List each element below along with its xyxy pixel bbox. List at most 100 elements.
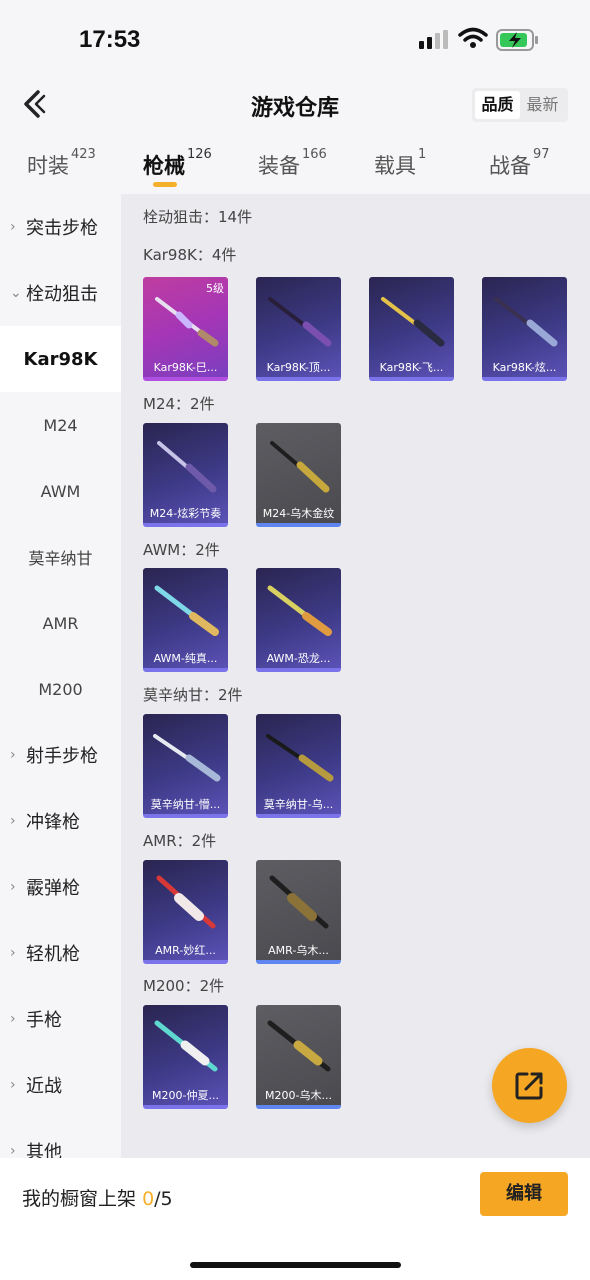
chevron-right-icon: › xyxy=(10,879,16,895)
sidebar-item-label: 射手步枪 xyxy=(26,746,98,767)
rifle-icon xyxy=(267,1020,331,1072)
sidebar-item-label: 其他 xyxy=(26,1142,62,1158)
sidebar-item-mosin[interactable]: 莫辛纳甘 xyxy=(0,524,121,590)
tab-label: 时装 xyxy=(27,154,69,178)
sidebar-item-smg[interactable]: › 冲锋枪 xyxy=(0,788,121,854)
category-total: 栓动狙击：14件 xyxy=(143,208,253,226)
tab-count: 126 xyxy=(187,147,212,162)
tab-vehicles[interactable]: 载具 1 xyxy=(374,147,426,180)
weapon-card[interactable]: Kar98K-顶... xyxy=(256,277,341,381)
weapon-name: 莫辛纳甘-懵... xyxy=(150,798,221,811)
rifle-icon xyxy=(268,297,332,347)
chevron-right-icon: › xyxy=(10,1077,16,1093)
sidebar-item-label: 轻机枪 xyxy=(26,944,80,965)
weapon-card[interactable]: 莫辛纳甘-懵... xyxy=(143,714,228,818)
sidebar-item-other[interactable]: › 其他 xyxy=(0,1118,121,1158)
sidebar-item-melee[interactable]: › 近战 xyxy=(0,1052,121,1118)
sidebar-item-amr[interactable]: AMR xyxy=(0,590,121,656)
sidebar-item-label: Kar98K xyxy=(23,348,98,370)
sidebar-item-shotguns[interactable]: › 霰弹枪 xyxy=(0,854,121,920)
tab-label: 载具 xyxy=(374,154,416,178)
section-title: AMR：2件 xyxy=(143,832,217,850)
category-tabs: 时装 423 枪械 126 装备 166 载具 1 战备 97 xyxy=(0,140,590,194)
weapon-card[interactable]: Kar98K-飞... xyxy=(369,277,454,381)
tab-equipment[interactable]: 装备 166 xyxy=(258,147,327,180)
section-title: M24：2件 xyxy=(143,395,215,413)
sidebar-item-m200[interactable]: M200 xyxy=(0,656,121,722)
weapon-name: Kar98K-巳... xyxy=(153,361,218,374)
sidebar-item-label: M200 xyxy=(38,679,83,699)
rifle-icon xyxy=(154,585,219,636)
sort-quality-button[interactable]: 品质 xyxy=(475,91,520,119)
weapon-card[interactable]: Kar98K-炫... xyxy=(482,277,567,381)
chevron-right-icon: › xyxy=(10,219,16,235)
sidebar-item-label: M24 xyxy=(43,415,78,435)
nav-header: 游戏仓库 品质 最新 xyxy=(0,80,590,132)
weapon-name: M200-乌木... xyxy=(265,1089,332,1102)
sidebar-item-label: 手枪 xyxy=(26,1010,62,1031)
showcase-total: /5 xyxy=(154,1188,173,1210)
tab-count: 166 xyxy=(302,147,327,162)
tab-supplies[interactable]: 战备 97 xyxy=(489,147,550,180)
rifle-icon xyxy=(156,875,216,929)
weapon-name: AMR-乌木... xyxy=(268,944,329,957)
weapon-name: AWM-纯真... xyxy=(153,652,218,665)
sidebar-item-pistols[interactable]: › 手枪 xyxy=(0,986,121,1052)
section-title: AWM：2件 xyxy=(143,541,220,559)
weapon-card[interactable]: M200-仲夏... xyxy=(143,1005,228,1109)
sidebar-item-label: 近战 xyxy=(26,1076,62,1097)
rifle-icon xyxy=(270,441,330,493)
tab-label: 枪械 xyxy=(143,154,185,178)
cellular-signal-icon xyxy=(419,30,448,49)
weapon-name: Kar98K-顶... xyxy=(266,361,331,374)
edit-button[interactable]: 编辑 xyxy=(480,1172,568,1216)
rifle-icon xyxy=(381,297,445,347)
weapon-card[interactable]: 莫辛纳甘-乌... xyxy=(256,714,341,818)
sidebar-item-label: 莫辛纳甘 xyxy=(28,549,93,568)
home-indicator[interactable] xyxy=(190,1262,401,1268)
weapon-card[interactable]: AMR-妙红... xyxy=(143,860,228,964)
weapon-list: 栓动狙击：14件 Kar98K：4件 5级 Kar98K-巳... Kar98K… xyxy=(121,194,590,1158)
chevron-right-icon: › xyxy=(10,1143,16,1158)
tab-label: 战备 xyxy=(489,154,531,178)
sidebar-item-awm[interactable]: AWM xyxy=(0,458,121,524)
weapon-name: AWM-恐龙... xyxy=(266,652,331,665)
share-button[interactable] xyxy=(492,1048,567,1123)
sidebar-item-bolt-action[interactable]: ⌄ 栓动狙击 xyxy=(0,260,121,326)
battery-charging-icon xyxy=(496,29,538,51)
weapon-name: AMR-妙红... xyxy=(155,944,216,957)
weapon-card[interactable]: M24-乌木金纹 xyxy=(256,423,341,527)
rifle-icon xyxy=(267,585,332,636)
weapon-name: M200-仲夏... xyxy=(152,1089,219,1102)
weapon-card[interactable]: AWM-恐龙... xyxy=(256,568,341,672)
rifle-icon xyxy=(154,1020,218,1072)
active-tab-indicator xyxy=(153,182,177,187)
weapon-level: 5级 xyxy=(206,282,224,295)
tab-count: 423 xyxy=(71,147,96,162)
weapon-card[interactable]: M24-炫彩节奏 xyxy=(143,423,228,527)
tab-label: 装备 xyxy=(258,154,300,178)
sort-latest-button[interactable]: 最新 xyxy=(520,91,565,119)
showcase-label: 我的橱窗上架 xyxy=(22,1188,137,1210)
weapon-name: Kar98K-炫... xyxy=(492,361,557,374)
sidebar-item-m24[interactable]: M24 xyxy=(0,392,121,458)
sidebar-item-marksman-rifles[interactable]: › 射手步枪 xyxy=(0,722,121,788)
weapon-card[interactable]: AWM-纯真... xyxy=(143,568,228,672)
weapon-card[interactable]: 5级 Kar98K-巳... xyxy=(143,277,228,381)
weapon-card[interactable]: AMR-乌木... xyxy=(256,860,341,964)
chevron-right-icon: › xyxy=(10,1011,16,1027)
tab-fashion[interactable]: 时装 423 xyxy=(27,147,96,180)
sidebar-item-lmg[interactable]: › 轻机枪 xyxy=(0,920,121,986)
showcase-count: 0 xyxy=(142,1188,155,1210)
rifle-icon xyxy=(266,734,334,782)
sidebar-item-label: 栓动狙击 xyxy=(26,284,98,305)
weapon-name: M24-乌木金纹 xyxy=(262,507,335,520)
section-title: Kar98K：4件 xyxy=(143,246,237,264)
chevron-right-icon: › xyxy=(10,945,16,961)
sidebar-item-assault-rifles[interactable]: › 突击步枪 xyxy=(0,194,121,260)
weapon-card[interactable]: M200-乌木... xyxy=(256,1005,341,1109)
weapon-name: 莫辛纳甘-乌... xyxy=(263,798,334,811)
tab-firearms[interactable]: 枪械 126 xyxy=(143,147,212,180)
sidebar-item-kar98k[interactable]: Kar98K xyxy=(0,326,121,392)
wifi-icon xyxy=(458,27,488,48)
